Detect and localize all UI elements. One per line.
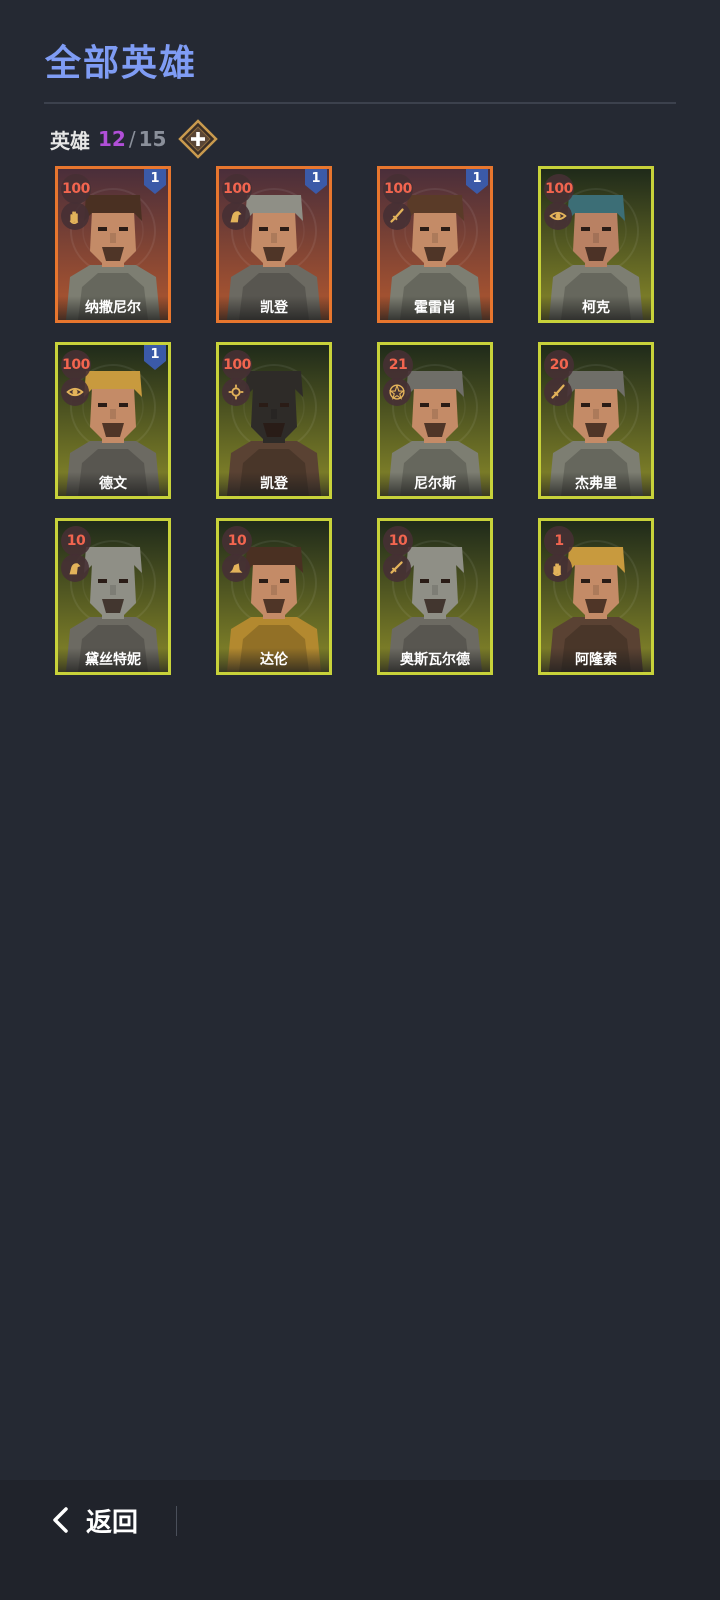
hero-class-badge [61,202,89,230]
footer-divider [176,1506,177,1536]
hero-level-badge: 10 [383,526,413,556]
page-title: 全部英雄 [45,43,198,84]
hero-level-badge: 1 [544,526,574,556]
hero-name: 霍雷肖 [380,296,490,320]
hero-class-badge [222,554,250,582]
hero-card[interactable]: 1 阿隆索 [538,518,654,675]
hero-name: 阿隆索 [541,648,651,672]
back-label: 返回 [86,1507,139,1538]
hero-class-badge [61,378,89,406]
hero-name: 凯登 [219,472,329,496]
hero-card[interactable]: 20 杰弗里 [538,342,654,499]
hero-level-badge: 10 [61,526,91,556]
hero-star-badge: 1 [142,345,168,371]
hero-class-badge [544,554,572,582]
sword-icon [390,561,403,574]
plus-diamond-icon[interactable] [178,119,219,159]
hero-star-badge: 1 [303,169,329,195]
hero-star-badge: 1 [464,169,490,195]
hero-name: 达伦 [219,648,329,672]
dagger-icon [390,208,404,223]
hero-stars: 1 [472,171,482,186]
hand-icon [552,563,562,577]
hero-level-badge: 10 [222,526,252,556]
hero-name: 奥斯瓦尔德 [380,648,490,672]
hero-card[interactable]: 10 奥斯瓦尔德 [377,518,493,675]
hero-name: 杰弗里 [541,472,651,496]
back-button[interactable]: 返回 [50,1498,138,1542]
hero-name: 德文 [58,472,168,496]
hero-level-badge: 20 [544,350,574,380]
hero-level-badge: 100 [61,174,91,204]
hero-level-badge: 100 [544,174,574,204]
hero-card[interactable]: 21 尼尔斯 [377,342,493,499]
hero-count-current: 12 [98,127,126,151]
pentagram-icon [388,383,406,400]
hero-name: 凯登 [219,296,329,320]
hero-grid: 100 1 纳撒尼尔 100 1 凯登 100 1 霍雷肖 100 柯克 100… [55,166,654,675]
hero-class-badge [383,554,411,582]
hat-icon [229,563,243,573]
dagger-icon [551,384,565,399]
chevron-left-icon [53,1507,68,1533]
hero-class-badge [222,202,250,230]
hero-star-badge: 1 [142,169,168,195]
hero-name: 黛丝特妮 [58,648,168,672]
hero-name: 柯克 [541,296,651,320]
hero-class-badge [383,378,411,406]
hero-count-label: 英雄 [50,128,90,153]
hero-count: 英雄 12 / 15 [50,119,219,159]
hero-stars: 1 [150,347,160,362]
sun-icon [228,384,244,400]
hero-card[interactable]: 100 1 德文 [55,342,171,499]
horse-icon [69,563,81,575]
hero-class-badge [222,378,250,406]
hero-roster-screen: 全部英雄 英雄 12 / 15 100 1 纳撒尼尔 100 1 凯登 100 … [0,0,720,1600]
horse-icon [230,211,242,223]
hero-card[interactable]: 100 凯登 [216,342,332,499]
hero-class-badge [544,378,572,406]
footer-bar: 返回 [0,1480,720,1600]
hero-class-badge [61,554,89,582]
header-divider [44,102,676,104]
hero-level-badge: 100 [61,350,91,380]
eye-icon [66,387,84,397]
hero-level-badge: 100 [222,174,252,204]
hero-level-badge: 21 [383,350,413,380]
hero-level-badge: 100 [383,174,413,204]
hero-card[interactable]: 10 黛丝特妮 [55,518,171,675]
hero-name: 纳撒尼尔 [58,296,168,320]
hero-count-max: 15 [138,127,167,151]
hero-class-badge [383,202,411,230]
hero-class-badge [544,202,572,230]
eye-icon [549,211,567,221]
hand-icon [69,211,79,225]
hero-stars: 1 [311,171,321,186]
hero-level-badge: 100 [222,350,252,380]
hero-card[interactable]: 100 1 纳撒尼尔 [55,166,171,323]
hero-card[interactable]: 10 达伦 [216,518,332,675]
hero-card[interactable]: 100 1 凯登 [216,166,332,323]
hero-card[interactable]: 100 柯克 [538,166,654,323]
hero-count-separator: / [128,127,136,151]
hero-name: 尼尔斯 [380,472,490,496]
hero-stars: 1 [150,171,160,186]
hero-card[interactable]: 100 1 霍雷肖 [377,166,493,323]
